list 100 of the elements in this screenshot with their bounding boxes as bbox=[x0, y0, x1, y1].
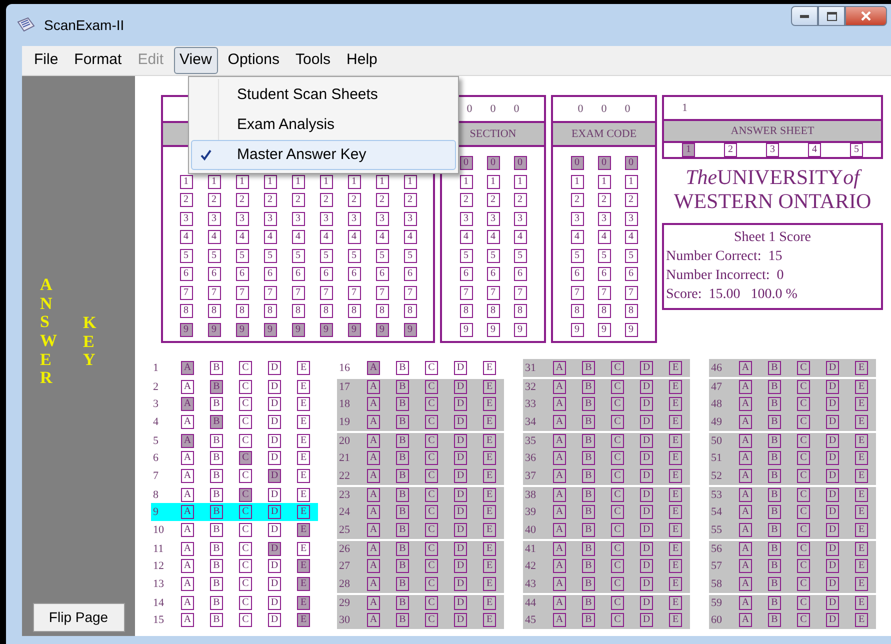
answer-bubble[interactable]: 7 bbox=[376, 286, 388, 300]
answer-bubble[interactable]: A bbox=[181, 415, 194, 429]
answer-bubble[interactable]: A bbox=[181, 559, 194, 573]
answer-bubble[interactable]: D bbox=[640, 559, 653, 573]
answer-bubble[interactable]: C bbox=[239, 469, 252, 483]
answer-bubble[interactable]: E bbox=[855, 434, 868, 448]
answer-bubble[interactable]: 1 bbox=[404, 174, 416, 189]
menu-item[interactable]: Tools bbox=[290, 47, 337, 74]
question-row[interactable]: 50 A B C D E bbox=[709, 431, 876, 449]
answer-bubble[interactable]: C bbox=[797, 380, 810, 394]
answer-bubble[interactable]: 4 bbox=[808, 143, 821, 157]
answer-bubble[interactable]: E bbox=[297, 361, 310, 375]
answer-bubble[interactable]: E bbox=[483, 505, 496, 519]
answer-bubble[interactable]: 6 bbox=[348, 267, 360, 282]
answer-bubble[interactable]: B bbox=[582, 505, 595, 519]
answer-bubble[interactable]: 6 bbox=[264, 267, 276, 282]
answer-bubble[interactable]: C bbox=[425, 488, 438, 502]
answer-bubble[interactable]: C bbox=[239, 361, 252, 375]
answer-bubble[interactable]: A bbox=[367, 523, 380, 537]
answer-bubble[interactable]: E bbox=[669, 397, 682, 411]
answer-bubble[interactable]: 1 bbox=[376, 174, 388, 189]
answer-bubble[interactable]: E bbox=[297, 451, 310, 465]
answer-bubble[interactable]: D bbox=[826, 523, 839, 537]
answer-bubble[interactable]: B bbox=[768, 559, 781, 573]
answer-bubble[interactable]: E bbox=[483, 469, 496, 483]
answer-bubble[interactable]: B bbox=[396, 469, 409, 483]
answer-bubble[interactable]: A bbox=[367, 577, 380, 591]
answer-bubble[interactable]: 3 bbox=[766, 143, 779, 157]
answer-bubble[interactable]: C bbox=[239, 523, 252, 537]
answer-bubble[interactable]: D bbox=[454, 505, 467, 519]
answer-bubble[interactable]: B bbox=[396, 596, 409, 610]
answer-bubble[interactable]: 8 bbox=[514, 304, 526, 318]
answer-bubble[interactable]: B bbox=[768, 596, 781, 610]
answer-bubble[interactable]: C bbox=[611, 577, 624, 591]
answer-bubble[interactable]: D bbox=[268, 434, 281, 448]
answer-bubble[interactable]: 6 bbox=[624, 267, 638, 282]
answer-bubble[interactable]: 1 bbox=[514, 174, 526, 189]
answer-bubble[interactable]: 0 bbox=[598, 156, 610, 170]
answer-bubble[interactable]: B bbox=[396, 397, 409, 411]
answer-bubble[interactable]: E bbox=[297, 488, 310, 502]
answer-bubble[interactable]: 8 bbox=[348, 304, 360, 318]
answer-bubble[interactable]: 3 bbox=[208, 212, 220, 226]
answer-bubble[interactable]: B bbox=[396, 577, 409, 591]
answer-bubble[interactable]: 7 bbox=[264, 286, 276, 300]
answer-bubble[interactable]: B bbox=[396, 434, 409, 448]
answer-bubble[interactable]: E bbox=[483, 523, 496, 537]
answer-bubble[interactable]: B bbox=[768, 488, 781, 502]
answer-bubble[interactable]: B bbox=[768, 415, 781, 429]
question-row[interactable]: 28 A B C D E bbox=[337, 575, 504, 593]
answer-bubble[interactable]: C bbox=[239, 542, 252, 556]
answer-bubble[interactable]: 0 bbox=[624, 156, 638, 170]
answer-bubble[interactable]: C bbox=[239, 434, 252, 448]
answer-bubble[interactable]: A bbox=[553, 397, 566, 411]
answer-bubble[interactable]: 4 bbox=[348, 230, 360, 244]
answer-bubble[interactable]: 9 bbox=[486, 322, 500, 337]
answer-bubble[interactable]: C bbox=[239, 451, 252, 465]
answer-bubble[interactable]: 3 bbox=[570, 212, 584, 226]
answer-bubble[interactable]: A bbox=[553, 469, 566, 483]
answer-bubble[interactable]: 2 bbox=[514, 193, 526, 208]
question-row[interactable]: 33 A B C D E bbox=[523, 395, 690, 413]
answer-bubble[interactable]: 2 bbox=[348, 193, 360, 208]
answer-bubble[interactable]: B bbox=[396, 361, 409, 375]
answer-bubble[interactable]: E bbox=[855, 542, 868, 556]
answer-bubble[interactable]: 7 bbox=[236, 286, 248, 300]
answer-bubble[interactable]: 3 bbox=[320, 212, 332, 226]
maximize-button[interactable] bbox=[818, 6, 845, 26]
answer-bubble[interactable]: C bbox=[611, 523, 624, 537]
answer-bubble[interactable]: A bbox=[739, 505, 752, 519]
answer-bubble[interactable]: E bbox=[669, 559, 682, 573]
answer-bubble[interactable]: A bbox=[553, 380, 566, 394]
answer-bubble[interactable]: 8 bbox=[460, 304, 472, 318]
answer-bubble[interactable]: E bbox=[297, 397, 310, 411]
question-row[interactable]: 32 A B C D E bbox=[523, 377, 690, 395]
answer-bubble[interactable]: B bbox=[582, 361, 595, 375]
answer-bubble[interactable]: 1 bbox=[486, 174, 500, 189]
answer-bubble[interactable]: 7 bbox=[570, 286, 584, 300]
answer-bubble[interactable]: D bbox=[454, 613, 467, 627]
answer-bubble[interactable]: 0 bbox=[486, 156, 500, 170]
answer-bubble[interactable]: 4 bbox=[208, 230, 220, 244]
answer-bubble[interactable]: B bbox=[396, 542, 409, 556]
answer-bubble[interactable]: A bbox=[739, 596, 752, 610]
answer-bubble[interactable]: A bbox=[181, 596, 194, 610]
answer-bubble[interactable]: 1 bbox=[208, 174, 220, 189]
answer-bubble[interactable]: C bbox=[425, 559, 438, 573]
question-row[interactable]: 29 A B C D E bbox=[337, 593, 504, 611]
question-row[interactable]: 41 A B C D E bbox=[523, 539, 690, 557]
answer-bubble[interactable]: 8 bbox=[376, 304, 388, 318]
answer-bubble[interactable]: B bbox=[768, 434, 781, 448]
answer-bubble[interactable]: B bbox=[210, 523, 223, 537]
answer-bubble[interactable]: A bbox=[739, 577, 752, 591]
answer-bubble[interactable]: C bbox=[611, 361, 624, 375]
answer-bubble[interactable]: 4 bbox=[486, 230, 500, 244]
question-row[interactable]: 55 A B C D E bbox=[709, 521, 876, 539]
answer-bubble[interactable]: 5 bbox=[320, 248, 332, 263]
answer-bubble[interactable]: 4 bbox=[180, 230, 192, 244]
answer-bubble[interactable]: D bbox=[268, 577, 281, 591]
answer-bubble[interactable]: C bbox=[611, 542, 624, 556]
answer-bubble[interactable]: C bbox=[425, 523, 438, 537]
answer-bubble[interactable]: C bbox=[239, 415, 252, 429]
answer-bubble[interactable]: C bbox=[797, 434, 810, 448]
